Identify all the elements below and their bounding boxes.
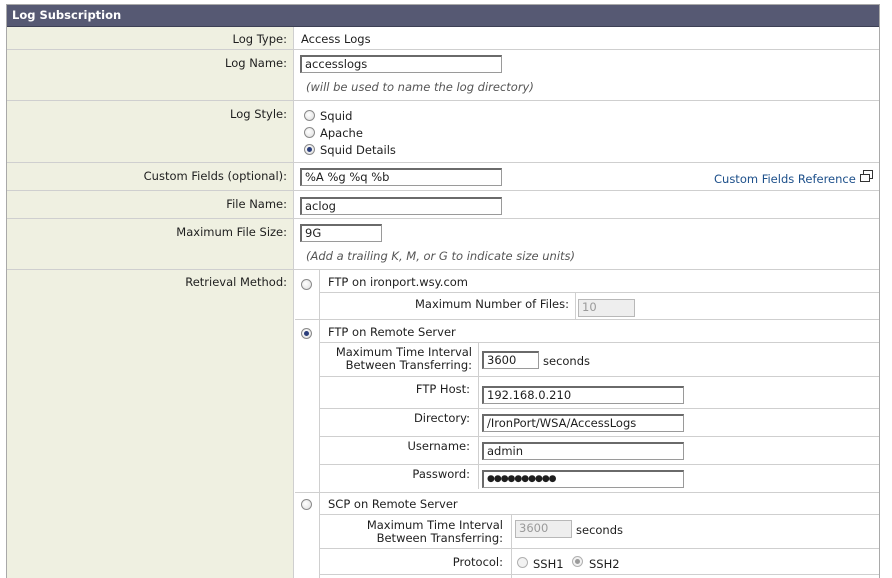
log-type-label: Log Type: bbox=[232, 32, 288, 46]
retrieval-method-label: Retrieval Method: bbox=[185, 275, 287, 289]
log-name-label: Log Name: bbox=[225, 56, 287, 70]
scp-interval-input[interactable]: 3600 bbox=[515, 520, 572, 538]
log-style-squid-label[interactable]: Squid bbox=[320, 109, 352, 123]
file-name-row: File Name: aclog bbox=[7, 191, 879, 219]
max-files-input[interactable]: 10 bbox=[578, 299, 635, 317]
ftp-interval-input[interactable]: 3600 bbox=[482, 351, 539, 369]
custom-fields-row: Custom Fields (optional): %A %g %q %b Cu… bbox=[7, 163, 879, 191]
ftp-local-radio[interactable] bbox=[301, 279, 312, 290]
ftp-remote-radio[interactable] bbox=[301, 328, 312, 339]
scp-protocol-label: Protocol: bbox=[452, 555, 503, 569]
ftp-local-label[interactable]: FTP on ironport.wsy.com bbox=[328, 275, 468, 289]
ssh1-label[interactable]: SSH1 bbox=[533, 557, 564, 571]
log-type-value: Access Logs bbox=[301, 32, 371, 46]
log-type-row: Log Type: Access Logs bbox=[7, 27, 879, 50]
scp-remote-label[interactable]: SCP on Remote Server bbox=[328, 497, 458, 511]
log-name-input[interactable]: accesslogs bbox=[300, 55, 502, 73]
ftp-interval-label: Maximum Time Interval Between Transferri… bbox=[335, 345, 472, 372]
scp-remote-radio[interactable] bbox=[301, 499, 312, 510]
log-style-apache-label[interactable]: Apache bbox=[320, 126, 363, 140]
ftp-host-label: FTP Host: bbox=[415, 382, 470, 396]
max-file-size-label: Maximum File Size: bbox=[176, 225, 287, 239]
ssh2-radio[interactable] bbox=[572, 556, 583, 567]
ssh2-label[interactable]: SSH2 bbox=[589, 557, 620, 571]
ssh1-radio[interactable] bbox=[517, 557, 528, 568]
log-style-squid-details-label[interactable]: Squid Details bbox=[320, 143, 396, 157]
panel-title: Log Subscription bbox=[7, 5, 879, 27]
ftp-username-label: Username: bbox=[407, 439, 471, 453]
scp-interval-unit: seconds bbox=[576, 523, 624, 537]
log-subscription-panel: Log Subscription Log Type: Access Logs L… bbox=[6, 4, 880, 578]
ftp-directory-label: Directory: bbox=[413, 411, 470, 425]
file-name-label: File Name: bbox=[226, 197, 287, 211]
retrieval-method-row: Retrieval Method: FTP on ironport.wsy.co… bbox=[7, 270, 879, 578]
ftp-username-input[interactable]: admin bbox=[482, 442, 684, 460]
max-file-size-hint: (Add a trailing K, M, or G to indicate s… bbox=[306, 249, 575, 263]
max-file-size-row: Maximum File Size: 9G (Add a trailing K,… bbox=[7, 219, 879, 270]
log-style-squid-details-radio[interactable] bbox=[304, 144, 315, 155]
file-name-input[interactable]: aclog bbox=[300, 197, 502, 215]
log-style-label: Log Style: bbox=[230, 107, 287, 121]
log-style-row: Log Style: Squid Apache Squid Details bbox=[7, 101, 879, 163]
ftp-password-label: Password: bbox=[412, 467, 470, 481]
ftp-interval-unit: seconds bbox=[543, 354, 591, 368]
log-style-apache-radio[interactable] bbox=[304, 127, 315, 138]
ftp-remote-label[interactable]: FTP on Remote Server bbox=[328, 325, 456, 339]
log-name-hint: (will be used to name the log directory) bbox=[306, 80, 534, 94]
ftp-directory-input[interactable]: /IronPort/WSA/AccessLogs bbox=[482, 414, 684, 432]
max-files-label: Maximum Number of Files: bbox=[414, 297, 569, 311]
external-window-icon[interactable] bbox=[860, 170, 873, 182]
max-file-size-input[interactable]: 9G bbox=[300, 224, 382, 242]
scp-interval-label: Maximum Time Interval Between Transferri… bbox=[366, 518, 503, 545]
custom-fields-reference-link[interactable]: Custom Fields Reference bbox=[714, 172, 856, 186]
ftp-host-input[interactable]: 192.168.0.210 bbox=[482, 386, 684, 404]
ftp-password-input[interactable]: ●●●●●●●●●● bbox=[482, 470, 684, 488]
custom-fields-label: Custom Fields (optional): bbox=[143, 169, 287, 183]
log-style-squid-radio[interactable] bbox=[304, 110, 315, 121]
log-name-row: Log Name: accesslogs (will be used to na… bbox=[7, 50, 879, 101]
retrieval-options: FTP on ironport.wsy.com Maximum Number o… bbox=[295, 270, 879, 578]
custom-fields-input[interactable]: %A %g %q %b bbox=[300, 168, 502, 186]
